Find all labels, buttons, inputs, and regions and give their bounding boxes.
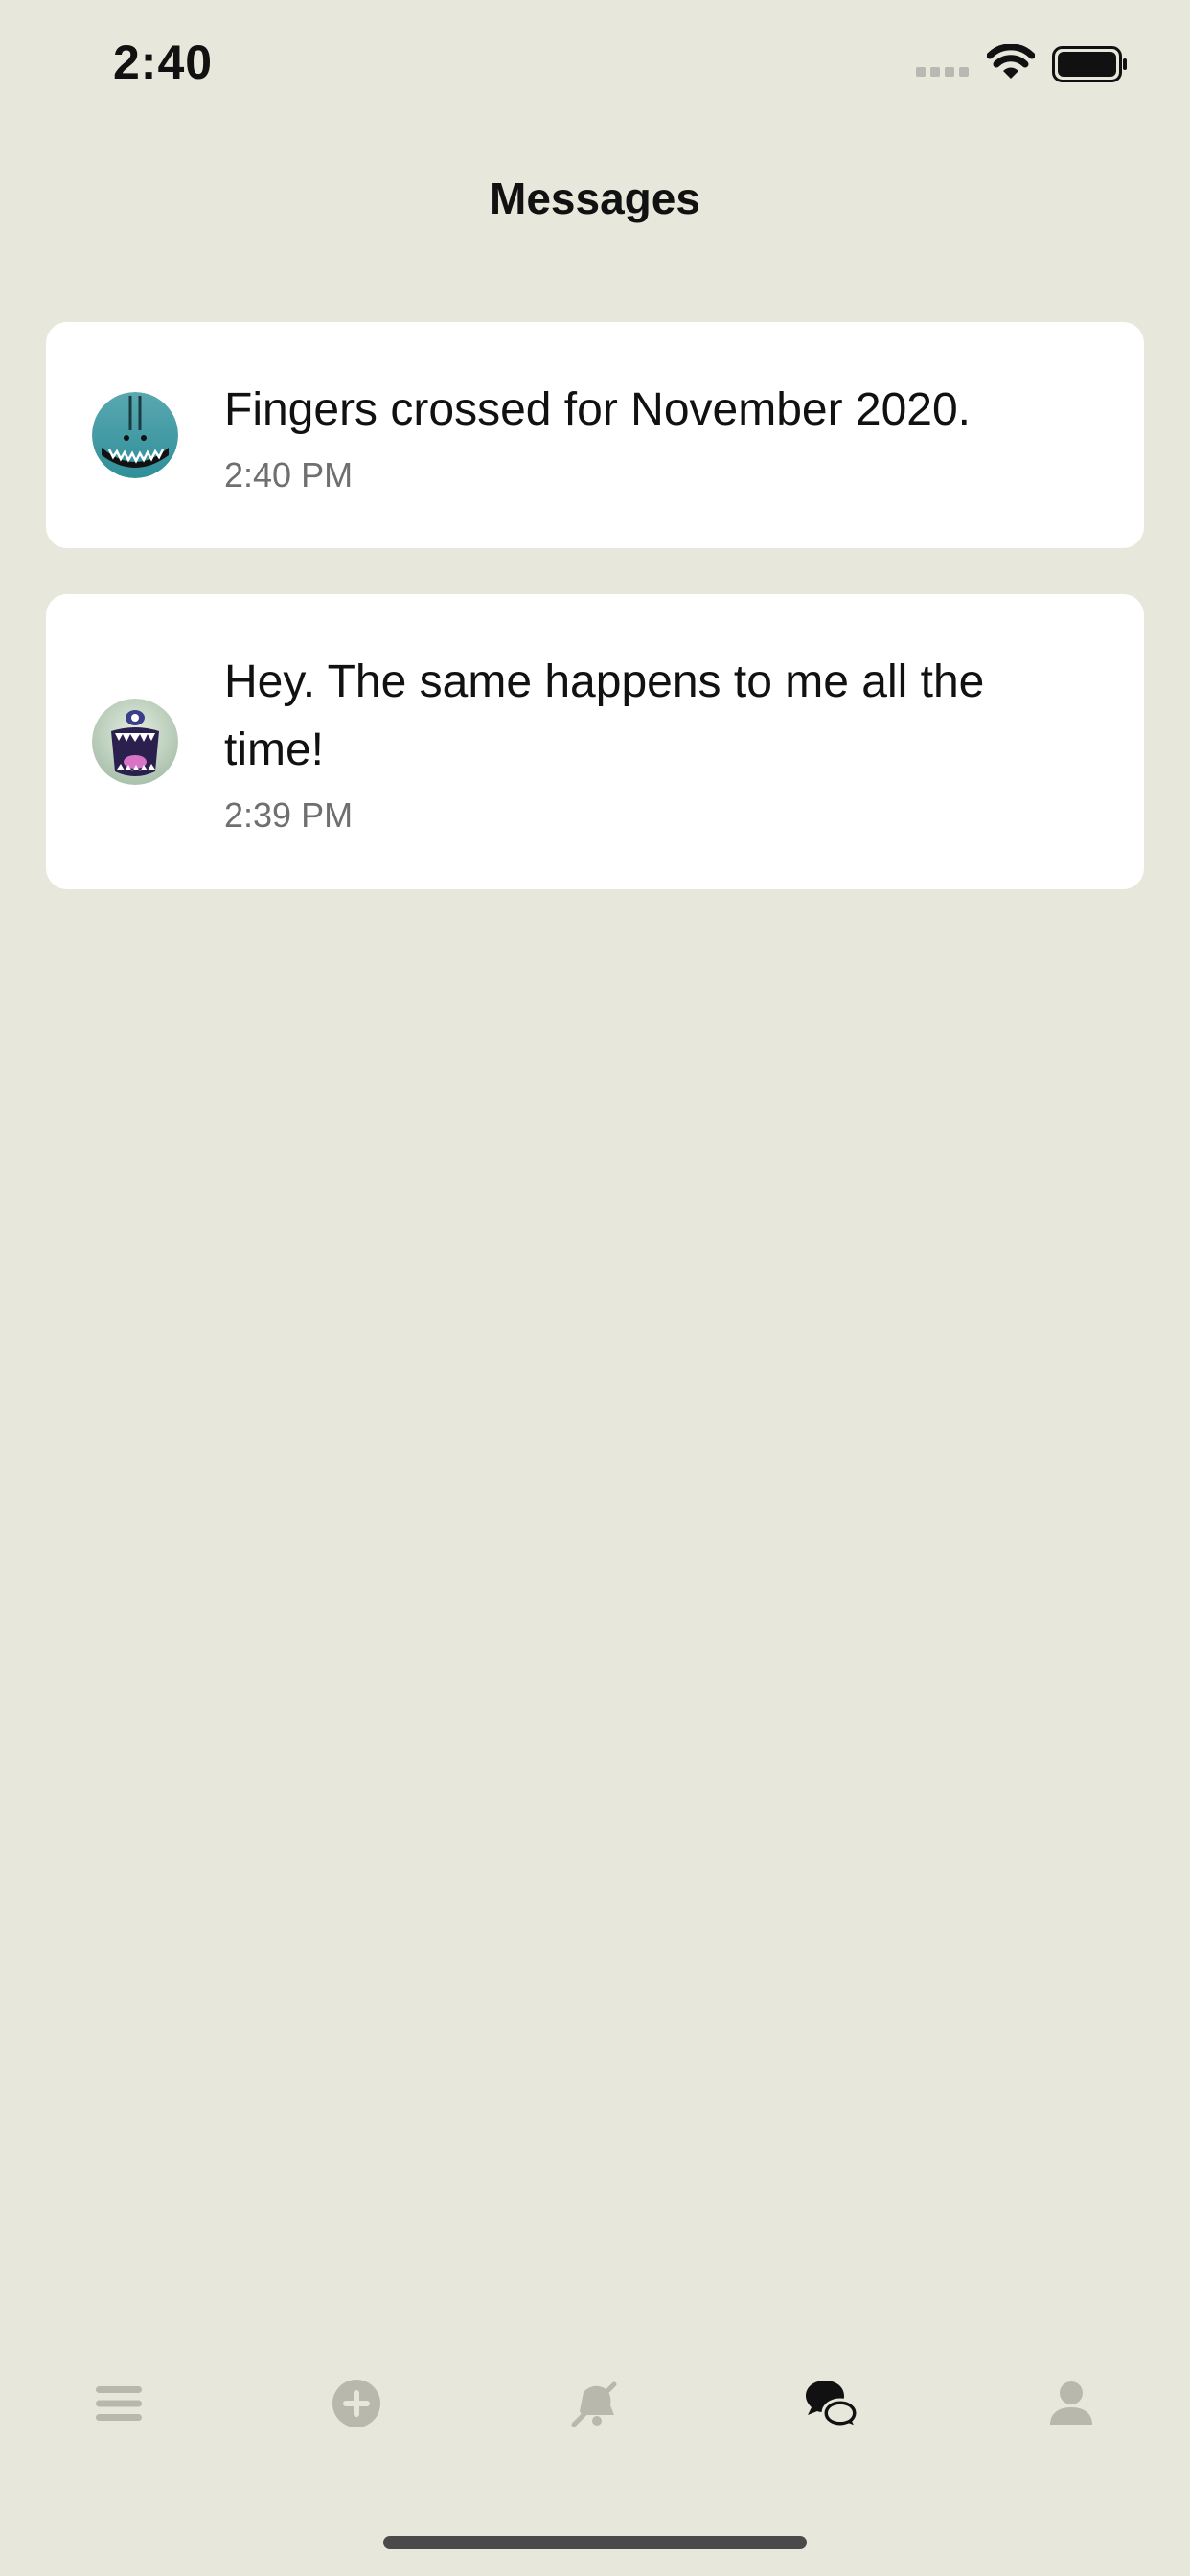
- bell-off-icon: [571, 2381, 617, 2427]
- add-circle-icon: [332, 2380, 380, 2427]
- tab-bar: [0, 2358, 1190, 2450]
- tab-messages[interactable]: [786, 2358, 878, 2450]
- menu-icon: [96, 2386, 142, 2421]
- wifi-icon: [987, 44, 1035, 79]
- tab-profile[interactable]: [1025, 2358, 1117, 2450]
- message-list: Fingers crossed for November 2020. 2:40 …: [46, 322, 1144, 935]
- monster-avatar-green[interactable]: [92, 699, 178, 785]
- message-text: Fingers crossed for November 2020.: [224, 383, 972, 435]
- tab-menu[interactable]: [73, 2358, 165, 2450]
- message-time: 2:40 PM: [224, 454, 354, 494]
- page-title: Messages: [490, 173, 700, 223]
- home-indicator[interactable]: [383, 2536, 807, 2549]
- status-time: 2:40: [113, 35, 214, 89]
- message-card[interactable]: Hey. The same happens to me all the time…: [46, 594, 1144, 889]
- message-time: 2:39 PM: [224, 795, 354, 835]
- message-text: Hey. The same happens to me all the time…: [224, 656, 985, 775]
- tab-notifications[interactable]: [548, 2358, 640, 2450]
- status-bar: 2:40: [0, 0, 1190, 125]
- profile-icon: [1050, 2381, 1092, 2425]
- battery-icon: [1052, 46, 1127, 82]
- tab-add[interactable]: [310, 2358, 402, 2450]
- cellular-signal-icon: [916, 67, 969, 77]
- chat-bubbles-icon: [806, 2380, 859, 2428]
- message-card[interactable]: Fingers crossed for November 2020. 2:40 …: [46, 322, 1144, 548]
- monster-avatar-teal[interactable]: [92, 392, 178, 478]
